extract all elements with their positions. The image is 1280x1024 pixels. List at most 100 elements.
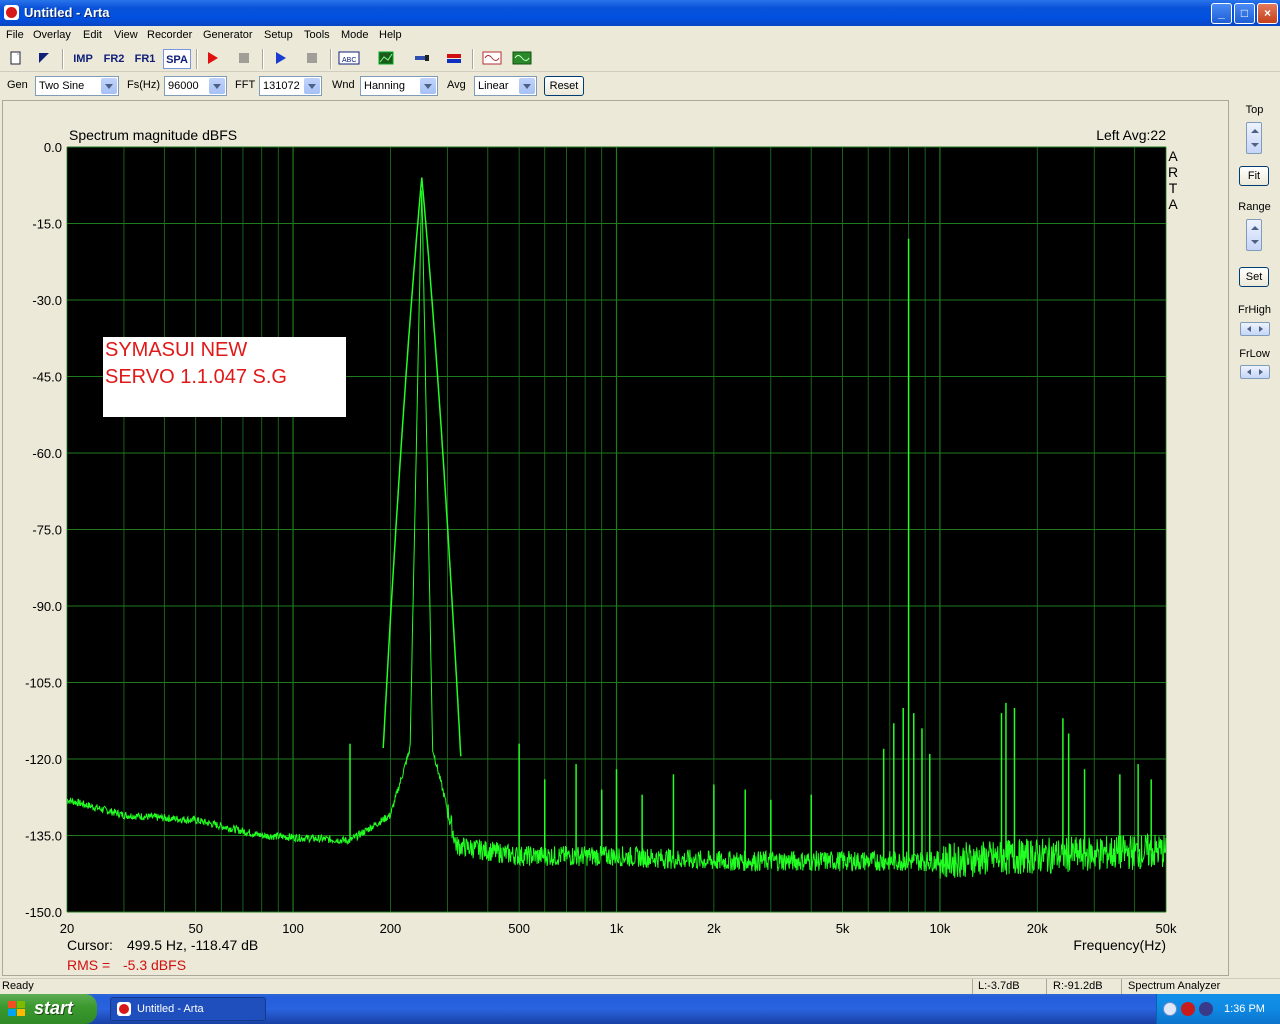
menu-recorder[interactable]: Recorder [147,29,192,41]
impulse-mode-button[interactable]: IMP [70,49,96,69]
arrow-down-icon[interactable] [1251,240,1259,244]
fs-select[interactable]: 96000 [164,76,227,96]
cursor-label: Cursor: [67,937,113,953]
reset-button[interactable]: Reset [544,76,584,96]
chevron-down-icon[interactable] [101,78,117,94]
toolbar: IMP FR2 FR1 SPA ABC [0,46,1280,72]
range-spinner[interactable] [1246,219,1262,251]
status-divider [972,979,973,995]
menu-help[interactable]: Help [379,29,402,41]
abc-icon[interactable]: ABC [338,51,360,65]
fr2-mode-button[interactable]: FR2 [101,49,127,69]
chevron-down-icon[interactable] [209,78,225,94]
avg-select[interactable]: Linear [474,76,537,96]
y-tick-label: -120.0 [25,752,62,767]
wnd-select[interactable]: Hanning [360,76,438,96]
y-tick-label: -15.0 [32,217,62,232]
status-mode: Spectrum Analyzer [1128,980,1221,992]
x-tick-label: 200 [380,921,402,936]
gen-label: Gen [7,79,28,91]
windows-logo-icon [8,1001,26,1017]
arrow-left-icon[interactable] [1247,326,1251,332]
menu-edit[interactable]: Edit [83,29,102,41]
generator-icon[interactable] [482,51,502,65]
arta-window: Untitled - Arta _ □ × File Overlay Edit … [0,0,1280,1024]
menu-overlay[interactable]: Overlay [33,29,71,41]
taskbar-item-arta[interactable]: Untitled - Arta [110,997,266,1021]
x-tick-label: 2k [707,921,721,936]
level-icon[interactable] [446,51,462,65]
y-tick-label: -135.0 [25,829,62,844]
y-tick-label: -60.0 [32,446,62,461]
right-control-panel: Top Fit Range Set FrHigh FrLow [1231,100,1278,976]
toolbar-separator [62,49,64,69]
start-button[interactable]: start [0,994,97,1024]
arrow-right-icon[interactable] [1259,326,1263,332]
chevron-down-icon[interactable] [519,78,535,94]
gen-select[interactable]: Two Sine [35,76,119,96]
spectrum-chart[interactable]: Spectrum magnitude dBFS Left Avg:22 A R … [3,101,1228,975]
status-ready: Ready [2,980,34,992]
fit-button[interactable]: Fit [1239,166,1269,186]
arrow-right-icon[interactable] [1259,369,1263,375]
status-bar: Ready L:-3.7dB R:-91.2dB Spectrum Analyz… [0,978,1280,995]
arrow-up-icon[interactable] [1251,129,1259,133]
chevron-down-icon[interactable] [420,78,436,94]
x-tick-label: 1k [610,921,624,936]
security-shield-icon[interactable] [1181,1002,1195,1016]
arta-app-icon[interactable] [4,5,19,20]
chart-icon[interactable] [378,51,394,65]
avg-label: Avg [447,79,466,91]
title-bar: Untitled - Arta _ □ × [0,0,1280,26]
x-tick-label: 5k [836,921,850,936]
frlow-label: FrLow [1239,348,1270,360]
window-title: Untitled - Arta [24,5,110,20]
fft-select[interactable]: 131072 [259,76,322,96]
menu-tools[interactable]: Tools [304,29,330,41]
svg-text:ABC: ABC [342,57,356,64]
x-tick-label: 50 [188,921,202,936]
stop-icon[interactable] [236,51,252,65]
status-right-level: R:-91.2dB [1053,980,1103,992]
chart-title: Spectrum magnitude dBFS [69,127,237,143]
y-tick-label: 0.0 [44,140,62,155]
chevron-down-icon[interactable] [304,78,320,94]
record-icon[interactable] [205,51,221,65]
top-label: Top [1245,104,1264,116]
frhigh-spinner[interactable] [1240,322,1270,336]
arta-app-icon [117,1002,131,1016]
maximize-button[interactable]: □ [1234,3,1255,24]
status-divider [1046,979,1047,995]
x-tick-label: 10k [929,921,950,936]
fr1-mode-button[interactable]: FR1 [132,49,158,69]
stop2-icon[interactable] [304,51,320,65]
antivirus-icon[interactable] [1199,1002,1213,1016]
set-button[interactable]: Set [1239,267,1269,287]
arrow-up-icon[interactable] [1251,226,1259,230]
probe-icon[interactable] [414,51,430,65]
status-divider [1121,979,1122,995]
toolbar-separator [262,49,264,69]
menu-generator[interactable]: Generator [203,29,253,41]
arrow-down-icon[interactable] [1251,143,1259,147]
menu-setup[interactable]: Setup [264,29,293,41]
play-icon[interactable] [273,51,289,65]
spa-mode-button[interactable]: SPA [163,49,191,69]
y-tick-label: -45.0 [32,370,62,385]
scope-icon[interactable] [512,51,532,65]
range-label: Range [1238,201,1271,213]
avg-select-value: Linear [478,80,509,92]
frlow-spinner[interactable] [1240,365,1270,379]
open-icon[interactable] [36,51,52,65]
menu-file[interactable]: File [6,29,24,41]
new-icon[interactable] [8,51,24,65]
top-spinner[interactable] [1246,122,1262,154]
minimize-button[interactable]: _ [1211,3,1232,24]
status-left-level: L:-3.7dB [978,980,1020,992]
menu-view[interactable]: View [114,29,138,41]
menu-mode[interactable]: Mode [341,29,369,41]
toolbar-separator [330,49,332,69]
tray-expand-icon[interactable] [1163,1002,1177,1016]
arrow-left-icon[interactable] [1247,369,1251,375]
close-button[interactable]: × [1257,3,1278,24]
